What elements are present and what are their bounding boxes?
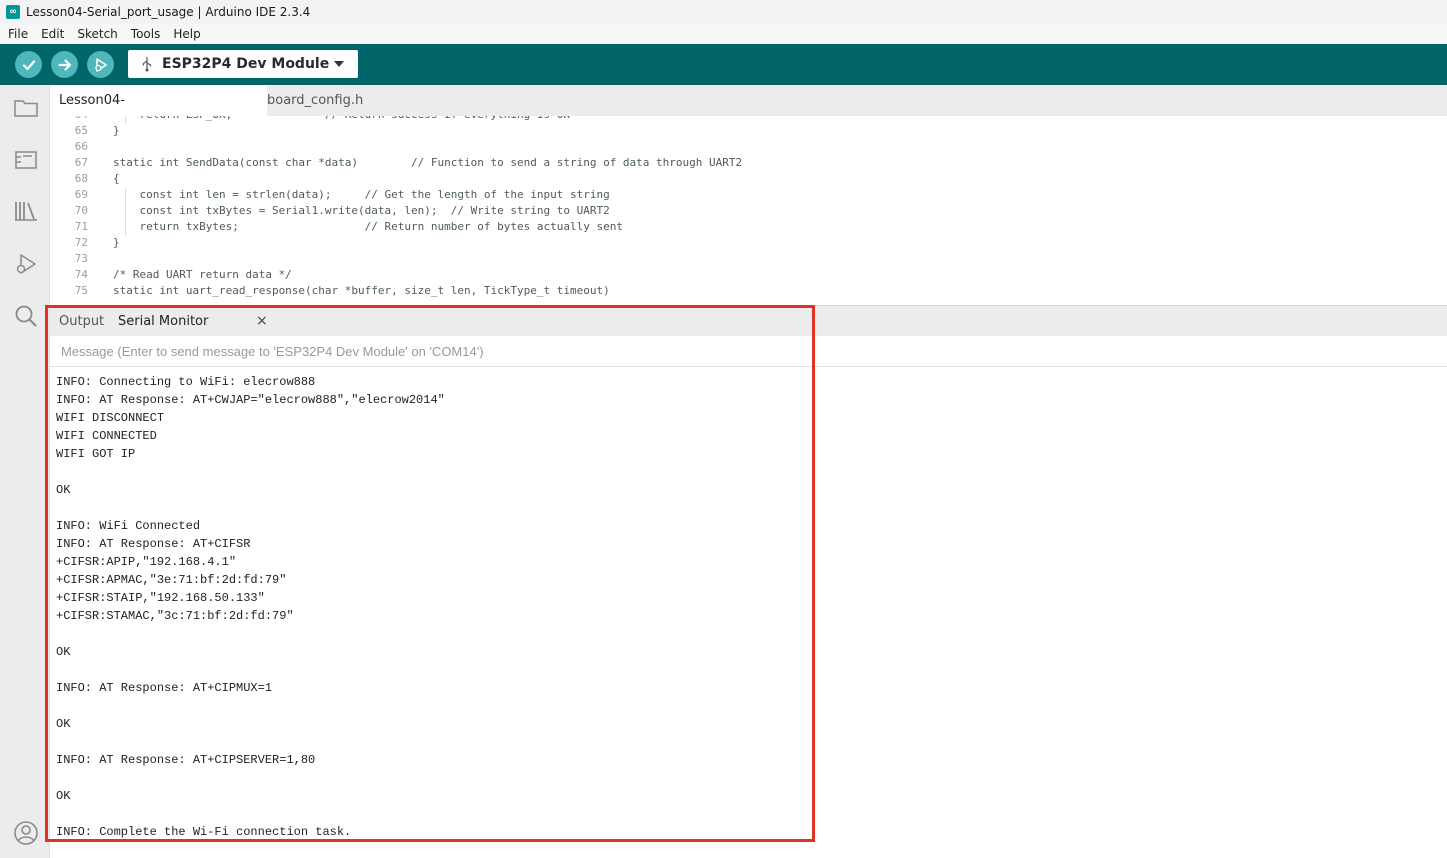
folder-icon[interactable] xyxy=(13,95,39,121)
code-text: const int txBytes = Serial1.write(data, … xyxy=(113,204,610,217)
line-number: 72 xyxy=(74,236,88,249)
tab-board-config[interactable]: board_config.h xyxy=(258,85,372,116)
window-title: Lesson04-Serial_port_usage | Arduino IDE… xyxy=(26,5,311,19)
toolbar: ESP32P4 Dev Module xyxy=(0,44,1447,85)
code-text: return txBytes; // Return number of byte… xyxy=(113,220,623,233)
serial-output-line: +CIFSR:STAMAC,"3c:71:bf:2d:fd:79" xyxy=(56,609,294,623)
tab-output[interactable]: Output xyxy=(59,306,104,337)
serial-output-line: INFO: AT Response: AT+CWJAP="elecrow888"… xyxy=(56,393,445,407)
code-text: static int SendData(const char *data) //… xyxy=(113,156,743,169)
arrow-right-icon xyxy=(57,58,71,71)
sidebar xyxy=(0,85,50,858)
code-text: static int uart_read_response(char *buff… xyxy=(113,284,610,297)
arduino-logo-icon: ∞ xyxy=(6,5,20,19)
board-name: ESP32P4 Dev Module xyxy=(162,56,330,72)
debug-icon xyxy=(94,57,107,72)
menu-help[interactable]: Help xyxy=(165,27,205,41)
message-bar xyxy=(50,336,1447,367)
title-bar: ∞ Lesson04-Serial_port_usage | Arduino I… xyxy=(0,0,1447,24)
library-icon[interactable] xyxy=(13,198,39,224)
line-number: 68 xyxy=(74,172,88,185)
menu-edit[interactable]: Edit xyxy=(33,27,69,41)
usb-icon xyxy=(142,57,152,72)
editor-tabs: Lesson04-Serial_port_usage.ino board_con… xyxy=(50,85,1447,139)
serial-output-line: WIFI DISCONNECT xyxy=(56,411,165,425)
serial-output-line: INFO: AT Response: AT+CIFSR xyxy=(56,537,251,551)
line-number: 71 xyxy=(74,220,88,233)
line-number: 66 xyxy=(74,140,88,153)
account-icon[interactable] xyxy=(13,820,39,846)
debug-icon[interactable] xyxy=(13,251,39,277)
menu-file[interactable]: File xyxy=(0,27,33,41)
serial-output-line: INFO: WiFi Connected xyxy=(56,519,201,533)
serial-output-line: +CIFSR:STAIP,"192.168.50.133" xyxy=(56,591,265,605)
code-text: const int len = strlen(data); // Get the… xyxy=(113,188,610,201)
board-selector[interactable]: ESP32P4 Dev Module xyxy=(128,50,358,78)
line-number: 67 xyxy=(74,156,88,169)
tab-serial-monitor[interactable]: Serial Monitor xyxy=(118,306,208,337)
code-text: /* Read UART return data */ xyxy=(113,268,292,281)
serial-output-line: OK xyxy=(56,645,71,659)
search-icon[interactable] xyxy=(13,303,39,329)
checkmark-icon xyxy=(22,59,35,70)
serial-output-line: WIFI CONNECTED xyxy=(56,429,157,443)
verify-button[interactable] xyxy=(15,51,42,78)
serial-output-line: +CIFSR:APIP,"192.168.4.1" xyxy=(56,555,237,569)
serial-output-line: INFO: AT Response: AT+CIPMUX=1 xyxy=(56,681,273,695)
code-editor[interactable]: 64 return ESP_OK; // Return success if e… xyxy=(50,116,1447,304)
line-number: 64 xyxy=(50,116,88,123)
serial-output-line: OK xyxy=(56,483,71,497)
line-number: 69 xyxy=(74,188,88,201)
line-number: 70 xyxy=(74,204,88,217)
code-text: } xyxy=(113,124,120,137)
close-icon[interactable]: × xyxy=(256,314,268,328)
board-manager-icon[interactable] xyxy=(13,147,39,173)
code-text: { xyxy=(113,172,120,185)
debug-button[interactable] xyxy=(87,51,114,78)
chevron-down-icon xyxy=(334,61,344,67)
menu-sketch[interactable]: Sketch xyxy=(69,27,122,41)
line-number: 65 xyxy=(74,124,88,137)
serial-output-line: INFO: AT Response: AT+CIPSERVER=1,80 xyxy=(56,753,316,767)
serial-output-line: WIFI GOT IP xyxy=(56,447,136,461)
line-number: 73 xyxy=(74,252,88,265)
panel-tabs: Output Serial Monitor × xyxy=(50,305,1447,337)
line-number: 75 xyxy=(74,284,88,297)
line-number: 74 xyxy=(74,268,88,281)
serial-monitor-output[interactable]: INFO: Connecting to WiFi: elecrow888 INFO… xyxy=(50,367,1447,858)
serial-output-line: OK xyxy=(56,717,71,731)
code-text: } xyxy=(113,236,120,249)
menu-bar: File Edit Sketch Tools Help xyxy=(0,24,1447,44)
menu-tools[interactable]: Tools xyxy=(123,27,166,41)
upload-button[interactable] xyxy=(51,51,78,78)
serial-output-line: INFO: Connecting to WiFi: elecrow888 xyxy=(56,375,316,389)
serial-output-line: +CIFSR:APMAC,"3e:71:bf:2d:fd:79" xyxy=(56,573,287,587)
serial-message-input[interactable] xyxy=(61,342,1361,360)
code-text: return ESP_OK; // Return success if ever… xyxy=(113,116,569,123)
serial-output-line: INFO: Complete the Wi-Fi connection task… xyxy=(56,825,352,839)
serial-output-line: OK xyxy=(56,789,71,803)
tab-main-sketch[interactable]: Lesson04-Serial_port_usage.ino xyxy=(50,85,267,139)
